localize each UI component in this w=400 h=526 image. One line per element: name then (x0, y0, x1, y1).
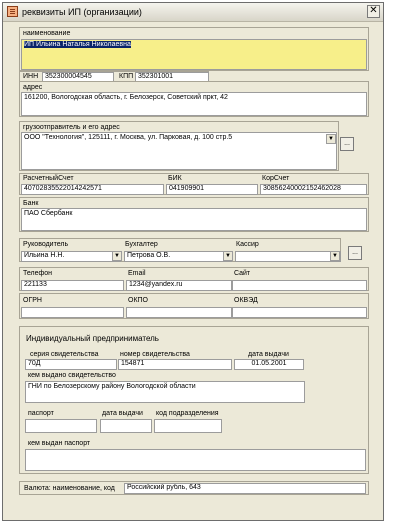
certificate-date-field[interactable]: 01.05.2001 (234, 359, 304, 370)
cashier-field[interactable] (235, 251, 341, 262)
head-value: Ильина Н.Н. (24, 252, 65, 259)
bik-field[interactable]: 041909901 (166, 184, 258, 195)
consignee-field[interactable]: ООО "Технология", 125111, г. Москва, ул.… (21, 132, 337, 170)
email-field[interactable]: 1234@yandex.ru (126, 280, 232, 291)
passport-date-field[interactable] (100, 419, 152, 433)
currency-value: Российский рубль, 643 (127, 484, 201, 491)
consignee-select-button[interactable]: ... (340, 137, 354, 151)
account-label: РасчетныйСчет (23, 175, 74, 182)
passport-issuer-label: кем выдан паспорт (28, 440, 91, 447)
bank-numbers-group: РасчетныйСчет 40702835522014242571 БИК 0… (19, 173, 369, 195)
requisites-window: реквизиты ИП (организации) ✕ наименовани… (2, 2, 384, 521)
cashier-dropdown-button[interactable]: ▼ (330, 251, 340, 261)
chevron-down-icon: ▼ (114, 253, 120, 259)
currency-field[interactable]: Российский рубль, 643 (124, 483, 366, 494)
window-title: реквизиты ИП (организации) (22, 7, 142, 17)
title-bar[interactable]: реквизиты ИП (организации) ✕ (3, 3, 383, 22)
passport-issuer-field[interactable] (25, 449, 366, 471)
staff-group: Руководитель Ильина Н.Н. ▼ Бухгалтер Пет… (19, 238, 341, 262)
okved-label: ОКВЭД (234, 297, 258, 304)
certificate-number-field[interactable]: 154871 (118, 359, 232, 370)
series-field[interactable]: 70Д (25, 359, 117, 370)
email-value: 1234@yandex.ru (129, 281, 183, 288)
accountant-label: Бухгалтер (125, 241, 158, 248)
bank-field[interactable]: ПАО Сбербанк (21, 208, 367, 231)
consignee-group: грузоотправитель и его адрес ООО "Технол… (19, 121, 339, 171)
accountant-dropdown-button[interactable]: ▼ (223, 251, 233, 261)
name-group: наименование ИП Ильина Наталья Николаевн… (19, 27, 369, 71)
ogrn-field[interactable] (21, 307, 124, 318)
chevron-down-icon: ▼ (225, 253, 231, 259)
account-field[interactable]: 40702835522014242571 (21, 184, 164, 195)
codes-group: ОГРН ОКПО ОКВЭД (19, 293, 369, 319)
currency-label: Валюта: наименование, код (24, 485, 115, 492)
phone-label: Телефон (23, 270, 53, 277)
corr-account-value: 30856240002152462028 (263, 185, 341, 192)
certificate-date-label: дата выдачи (248, 351, 289, 358)
kpp-label: КПП (119, 73, 134, 80)
head-dropdown-button[interactable]: ▼ (112, 251, 122, 261)
head-label: Руководитель (23, 241, 69, 248)
address-group: адрес 161200, Вологодская область, г. Бе… (19, 81, 369, 117)
certificate-issuer-field[interactable]: ГНИ по Белозерскому району Вологодской о… (25, 381, 305, 403)
series-label: серия свидетельства (30, 351, 99, 358)
consignee-label: грузоотправитель и его адрес (23, 124, 120, 131)
site-label: Сайт (234, 270, 251, 277)
address-field[interactable]: 161200, Вологодская область, г. Белозерс… (21, 92, 367, 116)
bank-label: Банк (23, 200, 39, 207)
dept-code-field[interactable] (154, 419, 222, 433)
email-label: Email (128, 270, 146, 277)
certificate-number-label: номер свидетельства (120, 351, 190, 358)
okved-field[interactable] (232, 307, 367, 318)
chevron-down-icon: ▼ (332, 253, 338, 259)
corr-account-field[interactable]: 30856240002152462028 (260, 184, 367, 195)
passport-label: паспорт (28, 410, 54, 417)
head-field[interactable]: Ильина Н.Н. (21, 251, 121, 262)
ogrn-label: ОГРН (23, 297, 42, 304)
contacts-group: Телефон 221133 Email 1234@yandex.ru Сайт (19, 267, 369, 291)
name-field[interactable]: ИП Ильина Наталья Николаевна (21, 39, 367, 70)
phone-field[interactable]: 221133 (21, 280, 124, 291)
series-value: 70Д (28, 360, 41, 367)
chevron-down-icon: ▼ (328, 136, 334, 142)
address-value: 161200, Вологодская область, г. Белозерс… (24, 94, 228, 101)
bik-value: 041909901 (169, 185, 205, 192)
window-app-icon (7, 6, 18, 17)
certificate-issuer-label: кем выдано свидетельство (28, 372, 116, 379)
accountant-value: Петрова О.В. (127, 252, 171, 259)
close-button[interactable]: ✕ (367, 5, 380, 18)
okpo-label: ОКПО (128, 297, 148, 304)
certificate-issuer-value: ГНИ по Белозерскому району Вологодской о… (28, 383, 196, 390)
name-value: ИП Ильина Наталья Николаевна (24, 41, 131, 48)
accountant-field[interactable]: Петрова О.В. (124, 251, 232, 262)
inn-label: ИНН (23, 73, 39, 80)
inn-value: 352300004545 (45, 73, 92, 80)
corr-account-label: КорСчет (262, 175, 290, 182)
consignee-dropdown-button[interactable]: ▼ (326, 134, 336, 144)
passport-field[interactable] (25, 419, 97, 433)
staff-select-button[interactable]: ... (348, 246, 362, 260)
address-label: адрес (23, 84, 43, 91)
name-label: наименование (23, 30, 71, 37)
site-field[interactable] (232, 280, 367, 291)
account-value: 40702835522014242571 (24, 185, 102, 192)
certificate-number-value: 154871 (121, 360, 145, 367)
passport-date-label: дата выдачи (102, 410, 143, 417)
entrepreneur-group: Индивидуальный предприниматель серия сви… (19, 326, 369, 474)
bik-label: БИК (168, 175, 182, 182)
certificate-date-value: 01.05.2001 (251, 360, 287, 367)
entrepreneur-title: Индивидуальный предприниматель (26, 334, 159, 343)
cashier-label: Кассир (236, 241, 259, 248)
dept-code-label: код подразделения (156, 410, 219, 417)
currency-group: Валюта: наименование, код Российский руб… (19, 481, 369, 495)
bank-group: Банк ПАО Сбербанк (19, 197, 369, 232)
consignee-value: ООО "Технология", 125111, г. Москва, ул.… (24, 134, 233, 141)
bank-value: ПАО Сбербанк (24, 210, 73, 217)
phone-value: 221133 (24, 281, 47, 288)
close-icon: ✕ (369, 5, 378, 16)
okpo-field[interactable] (126, 307, 232, 318)
kpp-value: 352301001 (138, 73, 174, 80)
